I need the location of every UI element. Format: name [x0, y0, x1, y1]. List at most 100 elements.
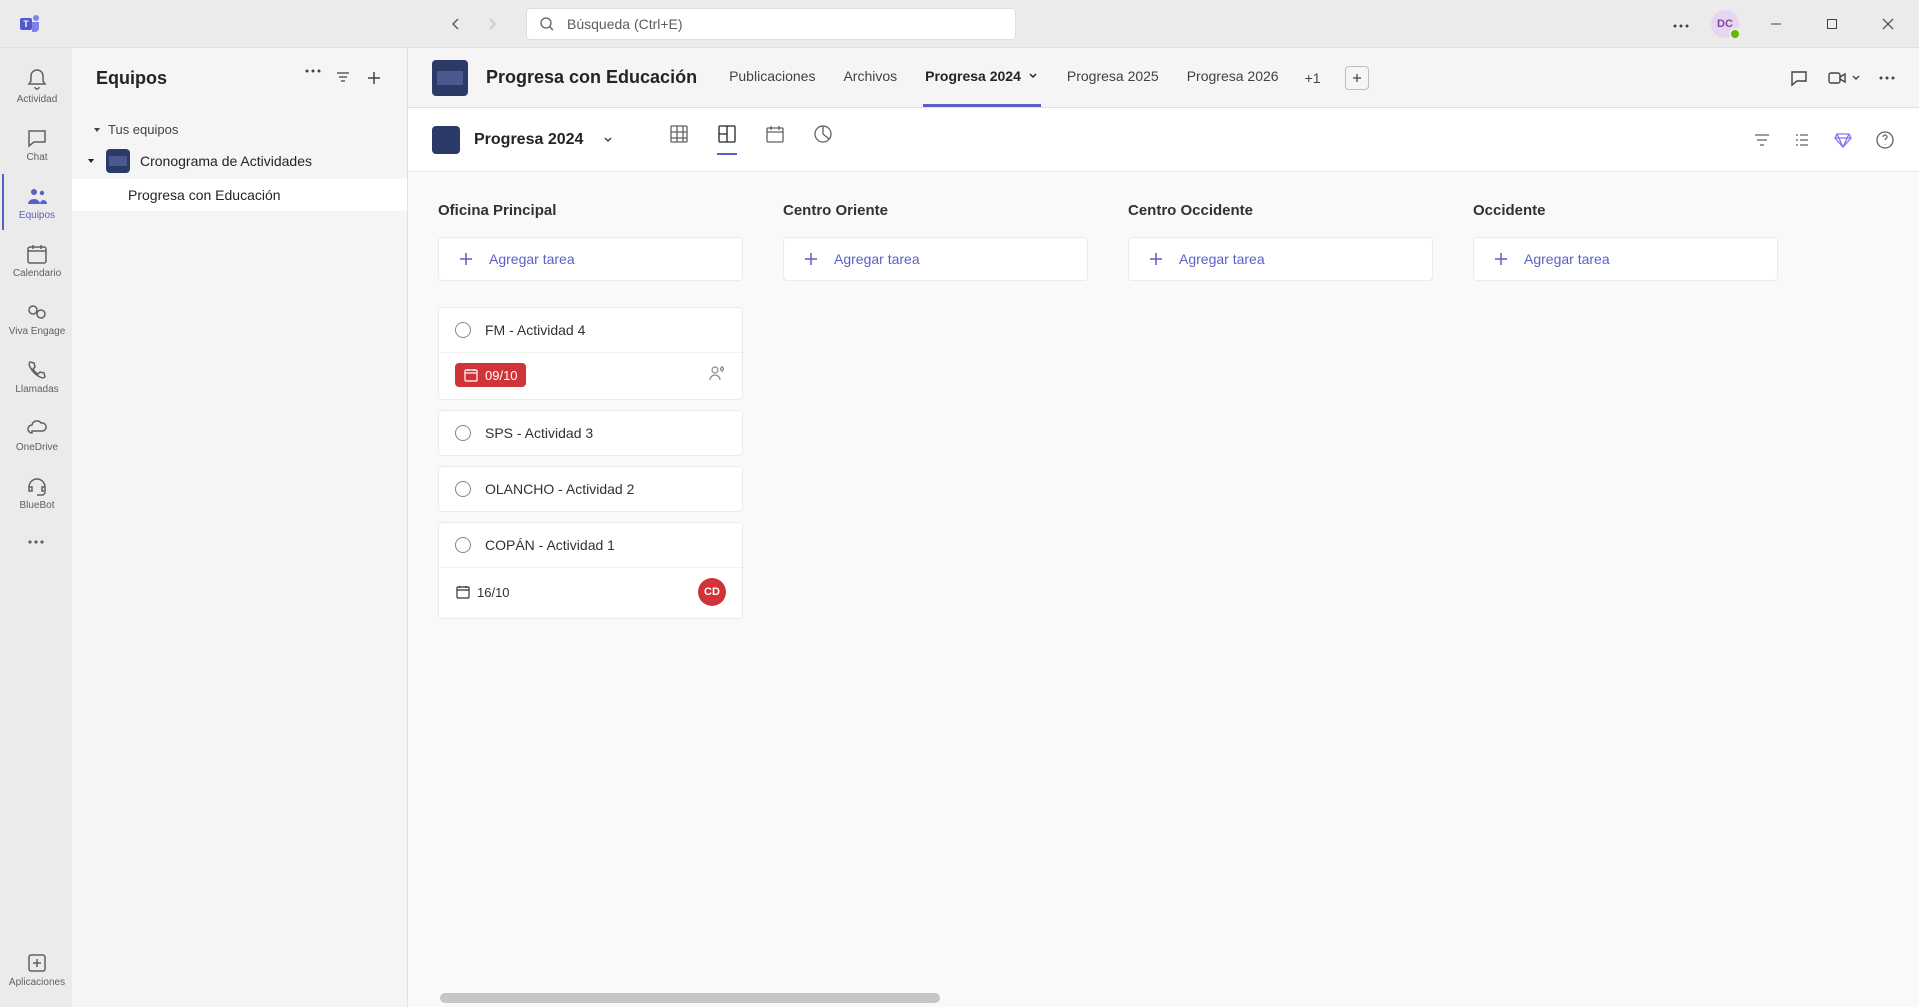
view-charts-button[interactable]: [813, 124, 833, 155]
bucket-header[interactable]: Centro Oriente: [783, 202, 1088, 219]
add-task-button[interactable]: Agregar tarea: [783, 237, 1088, 281]
due-date-badge: 16/10: [455, 584, 510, 600]
tab-files[interactable]: Archivos: [841, 48, 899, 107]
add-task-button[interactable]: Agregar tarea: [438, 237, 743, 281]
premium-icon[interactable]: [1833, 130, 1853, 150]
task-card[interactable]: FM - Actividad 4 09/10: [438, 307, 743, 400]
user-avatar[interactable]: DC: [1711, 10, 1739, 38]
svg-text:T: T: [23, 19, 29, 29]
bell-icon: [25, 68, 49, 92]
presence-indicator: [1729, 28, 1741, 40]
rail-viva[interactable]: Viva Engage: [2, 290, 70, 346]
chevron-down-icon: [1027, 70, 1039, 82]
chevron-down-icon: [1851, 73, 1861, 83]
group-button[interactable]: [1793, 131, 1811, 149]
meet-button[interactable]: [1827, 68, 1861, 88]
teams-logo: T: [18, 12, 42, 36]
tab-posts[interactable]: Publicaciones: [727, 48, 817, 107]
team-row[interactable]: Cronograma de Actividades: [72, 143, 407, 179]
bucket-header[interactable]: Occidente: [1473, 202, 1778, 219]
search-placeholder: Búsqueda (Ctrl+E): [567, 16, 683, 32]
bucket-header[interactable]: Oficina Principal: [438, 202, 743, 219]
plus-icon: [1492, 250, 1510, 268]
plus-icon: [802, 250, 820, 268]
phone-icon: [25, 358, 49, 382]
add-task-button[interactable]: Agregar tarea: [1128, 237, 1433, 281]
channel-name: Progresa con Educación: [486, 67, 697, 88]
video-icon: [1827, 68, 1847, 88]
task-title: OLANCHO - Actividad 2: [485, 481, 634, 497]
plus-icon: [457, 250, 475, 268]
chat-icon: [25, 126, 49, 150]
rail-teams[interactable]: Equipos: [2, 174, 70, 230]
add-tab-button[interactable]: [1345, 66, 1369, 90]
headset-icon: [25, 474, 49, 498]
assignee-avatar[interactable]: CD: [698, 578, 726, 606]
calendar-icon: [455, 584, 471, 600]
conversation-icon[interactable]: [1789, 68, 1809, 88]
settings-more-button[interactable]: [1669, 11, 1693, 37]
assign-button[interactable]: [708, 364, 726, 387]
caret-down-icon: [86, 156, 96, 166]
filter-icon[interactable]: [335, 69, 351, 85]
apps-icon: [25, 951, 49, 975]
minimize-button[interactable]: [1757, 9, 1795, 39]
plan-avatar: [432, 126, 460, 154]
maximize-button[interactable]: [1813, 9, 1851, 39]
rail-calls[interactable]: Llamadas: [2, 348, 70, 404]
help-icon[interactable]: [1875, 130, 1895, 150]
task-complete-radio[interactable]: [455, 481, 471, 497]
task-card[interactable]: OLANCHO - Actividad 2: [438, 466, 743, 512]
channel-row[interactable]: Progresa con Educación: [72, 179, 407, 211]
view-board-button[interactable]: [717, 124, 737, 155]
teams-icon: [25, 184, 49, 208]
task-card[interactable]: COPÁN - Actividad 1 16/10 CD: [438, 522, 743, 619]
rail-onedrive[interactable]: OneDrive: [2, 406, 70, 462]
team-name: Cronograma de Actividades: [140, 153, 312, 169]
search-icon: [539, 16, 555, 32]
bucket: Centro Oriente Agregar tarea: [783, 202, 1088, 977]
close-button[interactable]: [1869, 9, 1907, 39]
task-title: COPÁN - Actividad 1: [485, 537, 615, 553]
caret-down-icon: [92, 125, 102, 135]
tab-progresa-2026[interactable]: Progresa 2026: [1185, 48, 1281, 107]
rail-apps[interactable]: Aplicaciones: [2, 941, 70, 997]
rail-calendar[interactable]: Calendario: [2, 232, 70, 288]
nav-forward-button[interactable]: [478, 10, 506, 38]
add-team-button[interactable]: [365, 69, 383, 87]
bucket-header[interactable]: Centro Occidente: [1128, 202, 1433, 219]
cloud-icon: [25, 416, 49, 440]
channel-more-button[interactable]: [1879, 76, 1895, 80]
filter-button[interactable]: [1753, 131, 1771, 149]
tab-overflow[interactable]: +1: [1305, 70, 1321, 86]
plan-dropdown[interactable]: [601, 133, 615, 147]
task-card[interactable]: SPS - Actividad 3: [438, 410, 743, 456]
channel-avatar: [432, 60, 468, 96]
panel-more-button[interactable]: [305, 69, 321, 73]
bucket: Occidente Agregar tarea: [1473, 202, 1778, 977]
view-schedule-button[interactable]: [765, 124, 785, 155]
task-complete-radio[interactable]: [455, 537, 471, 553]
rail-chat[interactable]: Chat: [2, 116, 70, 172]
search-input[interactable]: Búsqueda (Ctrl+E): [526, 8, 1016, 40]
assign-icon: [708, 364, 726, 382]
tab-progresa-2024[interactable]: Progresa 2024: [923, 48, 1041, 107]
task-complete-radio[interactable]: [455, 425, 471, 441]
view-grid-button[interactable]: [669, 124, 689, 155]
plan-name: Progresa 2024: [474, 131, 583, 149]
task-complete-radio[interactable]: [455, 322, 471, 338]
rail-activity[interactable]: Actividad: [2, 58, 70, 114]
teams-section-toggle[interactable]: Tus equipos: [72, 116, 407, 143]
bucket: Centro Occidente Agregar tarea: [1128, 202, 1433, 977]
tab-progresa-2025[interactable]: Progresa 2025: [1065, 48, 1161, 107]
nav-back-button[interactable]: [442, 10, 470, 38]
rail-more-button[interactable]: [2, 522, 70, 562]
viva-icon: [25, 300, 49, 324]
task-title: FM - Actividad 4: [485, 322, 585, 338]
team-avatar: [106, 149, 130, 173]
rail-bluebot[interactable]: BlueBot: [2, 464, 70, 520]
panel-title: Equipos: [96, 68, 167, 89]
due-date-badge: 09/10: [455, 363, 526, 387]
horizontal-scrollbar[interactable]: [440, 993, 940, 1003]
add-task-button[interactable]: Agregar tarea: [1473, 237, 1778, 281]
